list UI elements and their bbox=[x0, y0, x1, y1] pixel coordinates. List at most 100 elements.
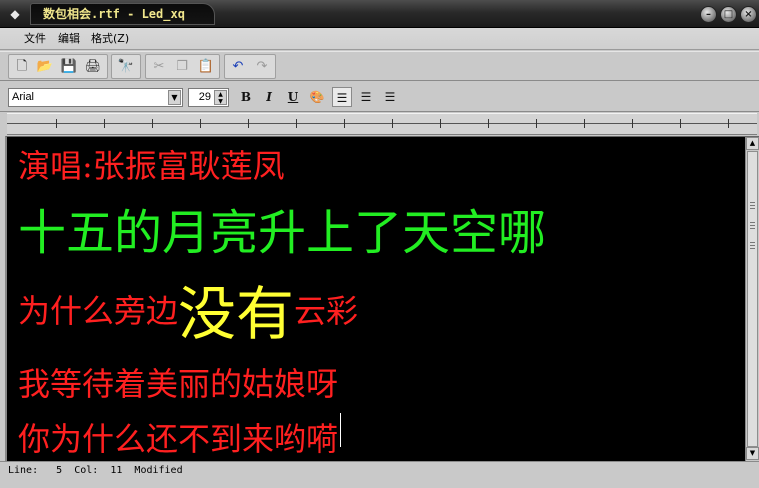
copy-button[interactable]: ❐ bbox=[172, 57, 192, 76]
save-icon: 💾 bbox=[60, 59, 78, 74]
ruler-tick bbox=[488, 119, 489, 128]
document-line-5[interactable]: 你为什么还不到来哟嗬 bbox=[18, 413, 342, 460]
ruler-tick bbox=[584, 119, 585, 128]
find-button[interactable]: 🔭 bbox=[116, 57, 136, 76]
grip-line bbox=[750, 242, 755, 243]
status-bar: Line: 5 Col: 11 Modified bbox=[0, 461, 759, 488]
ruler-tick bbox=[104, 119, 105, 128]
undo-icon: ↶ bbox=[232, 59, 244, 74]
font-size-stepper[interactable]: 29 ▲ ▼ bbox=[188, 88, 229, 107]
ruler-tick bbox=[56, 119, 57, 128]
cut-icon: ✂ bbox=[153, 59, 165, 74]
paste-button[interactable]: 📋 bbox=[196, 57, 216, 76]
undo-toolbar-group: ↶ ↷ bbox=[224, 54, 276, 79]
menu-file[interactable]: 文件 bbox=[24, 31, 46, 47]
grip-line bbox=[750, 222, 755, 223]
close-button[interactable]: × bbox=[740, 6, 757, 23]
grip-line bbox=[750, 205, 755, 206]
close-icon: × bbox=[744, 9, 753, 20]
redo-button[interactable]: ↷ bbox=[252, 57, 272, 76]
menu-format[interactable]: 格式(Z) bbox=[91, 31, 129, 47]
text-run: 我等待着美丽的姑娘呀 bbox=[18, 365, 339, 403]
chevron-down-icon[interactable]: ▼ bbox=[168, 90, 181, 105]
text-run: 你为什么还不到来哟嗬 bbox=[18, 419, 339, 458]
text-run: 云彩 bbox=[294, 292, 359, 330]
color-button[interactable]: 🎨 bbox=[307, 87, 327, 107]
copy-icon: ❐ bbox=[176, 59, 188, 74]
align-right-icon: ☰ bbox=[384, 90, 396, 104]
underline-button[interactable]: U bbox=[283, 87, 303, 107]
ruler-tick bbox=[248, 119, 249, 128]
text-caret bbox=[340, 413, 342, 447]
grip-line bbox=[750, 202, 755, 203]
spin-arrows-icon[interactable]: ▲ ▼ bbox=[214, 90, 227, 105]
document-line-1[interactable]: 演唱:张振富耿莲凤 bbox=[18, 141, 285, 187]
new-button[interactable]: 🗋 bbox=[12, 57, 32, 76]
find-toolbar-group: 🔭 bbox=[111, 54, 141, 79]
bold-button[interactable]: B bbox=[236, 87, 256, 107]
scroll-up-button[interactable]: ▲ bbox=[746, 137, 759, 150]
print-button[interactable]: 🖨 bbox=[83, 57, 103, 76]
minimize-button[interactable]: – bbox=[700, 6, 717, 23]
text-run: 为什么旁边 bbox=[18, 292, 179, 330]
maximize-button[interactable]: □ bbox=[720, 6, 737, 23]
text-run: 演唱:张振富耿莲凤 bbox=[18, 147, 285, 185]
paste-icon: 📋 bbox=[197, 59, 215, 74]
font-name-select[interactable]: Arial ▼ bbox=[8, 88, 183, 107]
text-run: 没有 bbox=[178, 280, 295, 348]
new-icon: 🗋 bbox=[16, 59, 28, 74]
ruler-tick bbox=[200, 119, 201, 128]
menu-edit[interactable]: 编辑 bbox=[58, 31, 80, 47]
clipboard-toolbar-group: ✂ ❐ 📋 bbox=[145, 54, 220, 79]
align-right-button[interactable]: ☰ bbox=[380, 87, 400, 107]
maximize-icon: □ bbox=[723, 9, 734, 20]
ruler-tick bbox=[680, 119, 681, 128]
main-toolbar: 🗋 📂 💾 🖨 🔭 ✂ ❐ 📋 ↶ ↷ bbox=[0, 51, 759, 81]
grip-line bbox=[750, 248, 755, 249]
scroll-thumb[interactable] bbox=[747, 151, 758, 447]
grip-line bbox=[750, 245, 755, 246]
format-toolbar: Arial ▼ 29 ▲ ▼ B I U 🎨 ☰ ☰ ☰ bbox=[0, 82, 759, 112]
status-text: Line: 5 Col: 11 Modified bbox=[8, 465, 183, 476]
vertical-scrollbar[interactable]: ▲ ▼ bbox=[745, 137, 759, 461]
document-line-2[interactable]: 十五的月亮升上了天空哪 bbox=[18, 193, 546, 263]
cut-button[interactable]: ✂ bbox=[149, 57, 169, 76]
find-icon: 🔭 bbox=[117, 59, 135, 74]
file-toolbar-group: 🗋 📂 💾 🖨 bbox=[8, 54, 108, 79]
scroll-down-button[interactable]: ▼ bbox=[746, 447, 759, 460]
minimize-icon: – bbox=[706, 9, 711, 20]
window-title: 数包相会.rtf - Led_xq bbox=[30, 3, 215, 25]
title-bar[interactable]: ◆ 数包相会.rtf - Led_xq – □ × bbox=[0, 0, 759, 28]
ruler-tick bbox=[152, 119, 153, 128]
ruler-tick bbox=[440, 119, 441, 128]
app-window: ◆ 数包相会.rtf - Led_xq – □ × 文件 编辑 格式(Z) 🗋 … bbox=[0, 0, 759, 488]
editor-frame: 演唱:张振富耿莲凤十五的月亮升上了天空哪为什么旁边没有云彩我等待着美丽的姑娘呀你… bbox=[5, 136, 759, 461]
print-icon: 🖨 bbox=[84, 59, 102, 74]
ruler-tick bbox=[728, 119, 729, 128]
grip-line bbox=[750, 225, 755, 226]
text-run: 十五的月亮升上了天空哪 bbox=[18, 205, 547, 261]
ruler-tick bbox=[344, 119, 345, 128]
redo-icon: ↷ bbox=[256, 59, 268, 74]
text-editor[interactable]: 演唱:张振富耿莲凤十五的月亮升上了天空哪为什么旁边没有云彩我等待着美丽的姑娘呀你… bbox=[7, 137, 747, 461]
ruler-baseline bbox=[7, 123, 757, 124]
italic-button[interactable]: I bbox=[259, 87, 279, 107]
ruler-tick bbox=[536, 119, 537, 128]
grip-line bbox=[750, 228, 755, 229]
undo-button[interactable]: ↶ bbox=[228, 57, 248, 76]
document-line-3[interactable]: 为什么旁边没有云彩 bbox=[18, 267, 358, 351]
ruler-tick bbox=[296, 119, 297, 128]
align-center-button[interactable]: ☰ bbox=[356, 87, 376, 107]
open-button[interactable]: 📂 bbox=[35, 57, 55, 76]
font-name-value: Arial bbox=[12, 91, 35, 103]
document-line-4[interactable]: 我等待着美丽的姑娘呀 bbox=[18, 359, 338, 405]
ruler-tick bbox=[392, 119, 393, 128]
ruler[interactable] bbox=[7, 113, 757, 135]
open-icon: 📂 bbox=[36, 59, 54, 74]
font-size-value: 29 bbox=[198, 91, 211, 103]
align-left-button[interactable]: ☰ bbox=[332, 87, 352, 107]
menu-bar: 文件 编辑 格式(Z) bbox=[0, 28, 759, 50]
app-icon[interactable]: ◆ bbox=[6, 7, 24, 21]
save-button[interactable]: 💾 bbox=[59, 57, 79, 76]
align-center-icon: ☰ bbox=[360, 90, 372, 104]
